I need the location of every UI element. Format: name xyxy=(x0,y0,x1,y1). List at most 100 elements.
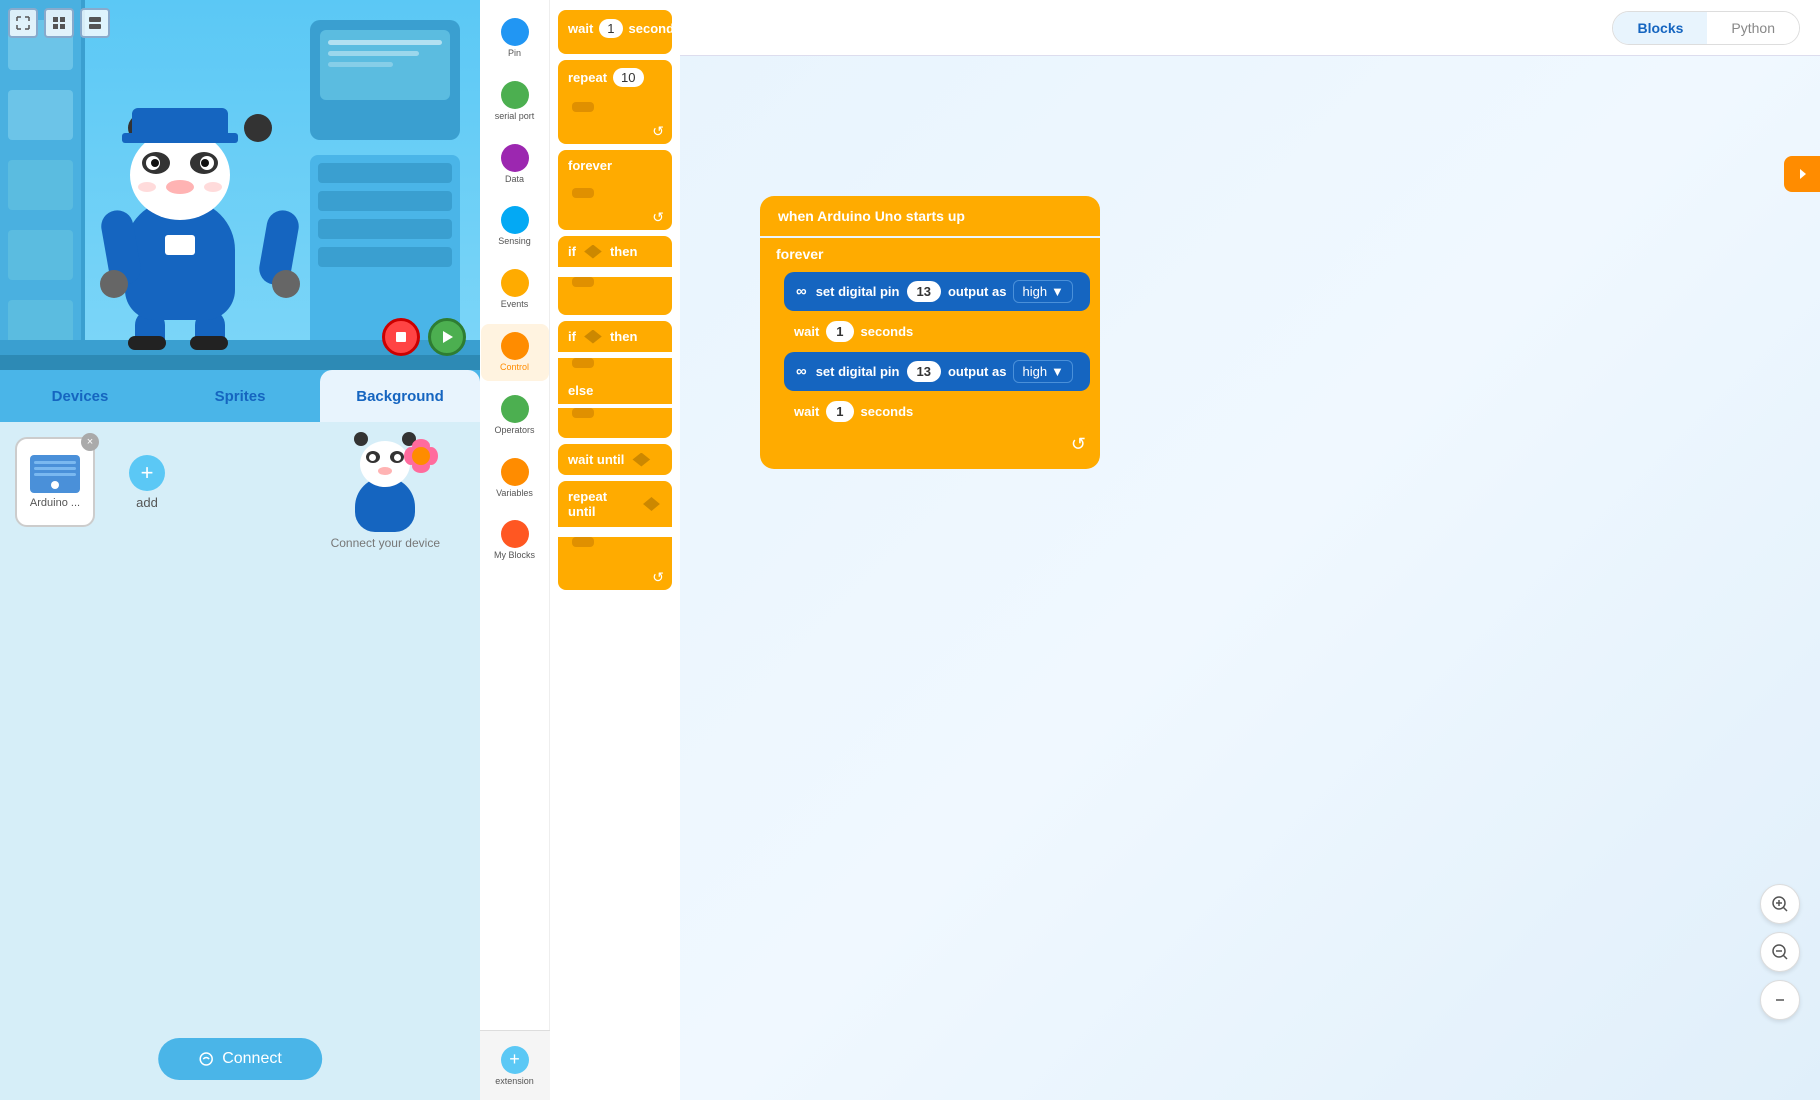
if-else-else-text: else xyxy=(568,383,593,398)
block-list: wait 1 seconds repeat 10 ↺ xyxy=(550,0,680,1100)
left-panel-tabs: Devices Sprites Background xyxy=(0,370,480,422)
wait-until-diamond xyxy=(630,453,652,467)
arduino-device[interactable]: × Arduino ... xyxy=(15,437,95,527)
category-operators-label: Operators xyxy=(494,425,534,436)
rack-item xyxy=(318,191,452,211)
category-my-blocks-label: My Blocks xyxy=(494,550,535,561)
forever-block[interactable]: forever ↺ xyxy=(558,150,672,230)
set-digital-text-1: set digital pin xyxy=(816,284,900,299)
dropdown-arrow-1: ▼ xyxy=(1051,284,1064,299)
category-pin[interactable]: Pin xyxy=(481,10,549,67)
wait-block[interactable]: wait 1 seconds xyxy=(558,10,672,54)
set-digital-block-1[interactable]: ∞ set digital pin 13 output as high ▼ xyxy=(784,272,1090,311)
panda-hat-brim xyxy=(122,133,238,143)
category-my-blocks[interactable]: My Blocks xyxy=(481,512,549,569)
wait-block-2[interactable]: wait 1 seconds xyxy=(784,395,1090,428)
arduino-label: Arduino ... xyxy=(30,497,80,509)
if-diamond xyxy=(582,245,604,259)
zoom-in-button[interactable] xyxy=(1760,884,1800,924)
add-device-button[interactable]: + add xyxy=(107,437,187,527)
category-events[interactable]: Events xyxy=(481,261,549,318)
if-then-then-text: then xyxy=(610,244,637,259)
set-digital-block-2[interactable]: ∞ set digital pin 13 output as high ▼ xyxy=(784,352,1090,391)
output-as-text-1: output as xyxy=(948,284,1007,299)
category-data[interactable]: Data xyxy=(481,136,549,193)
operators-dot xyxy=(501,395,529,423)
panda-ear-right xyxy=(244,114,272,142)
expand-icon xyxy=(1795,167,1809,181)
zoom-in-icon xyxy=(1771,895,1789,913)
category-serial-port-label: serial port xyxy=(495,111,535,122)
high-dropdown-2[interactable]: high ▼ xyxy=(1013,360,1072,383)
connect-device-text: Connect your device xyxy=(331,536,440,550)
extension-plus-icon: + xyxy=(501,1046,529,1074)
computer-monitor xyxy=(310,20,460,140)
go-button[interactable] xyxy=(428,318,466,356)
category-list: Pin serial port Data Sensing Events xyxy=(480,0,550,1100)
add-device-plus-icon: + xyxy=(129,455,165,491)
computer-screen xyxy=(320,30,450,100)
panda-badge xyxy=(165,235,195,255)
tab-devices[interactable]: Devices xyxy=(0,370,160,422)
category-sensing[interactable]: Sensing xyxy=(481,198,549,255)
hat-block[interactable]: when Arduino Uno starts up xyxy=(760,196,1100,236)
if-then-block[interactable]: if then xyxy=(558,236,672,315)
stop-button[interactable] xyxy=(382,318,420,356)
mode-toggle: Blocks Python xyxy=(1612,11,1800,45)
grid-view-2-icon xyxy=(88,16,102,30)
zoom-out-button[interactable] xyxy=(1760,932,1800,972)
shelf-item xyxy=(8,90,73,140)
extension-area: + extension xyxy=(480,1030,550,1100)
arduino-program: when Arduino Uno starts up forever ∞ xyxy=(760,196,1100,469)
data-dot xyxy=(501,144,529,172)
grid-view-1-button[interactable] xyxy=(44,8,74,38)
python-tab[interactable]: Python xyxy=(1707,12,1799,44)
extension-label: extension xyxy=(495,1076,534,1086)
screen-line xyxy=(328,51,419,56)
repeat-until-block[interactable]: repeat until ↺ xyxy=(558,481,672,590)
shoe-right xyxy=(190,336,228,350)
forever-arrow-icon: ↺ xyxy=(1071,434,1086,455)
arduino-icon xyxy=(30,455,80,493)
extension-button[interactable]: + extension xyxy=(480,1030,550,1100)
category-control[interactable]: Control xyxy=(481,324,549,381)
seconds-text-2: seconds xyxy=(861,404,914,419)
app-container: Devices Sprites Background × Arduino ...… xyxy=(0,0,1820,1100)
expand-panel-button[interactable] xyxy=(1784,156,1820,192)
events-dot xyxy=(501,269,529,297)
grid-view-2-button[interactable] xyxy=(80,8,110,38)
forever-label-area: forever xyxy=(760,238,1100,272)
connect-button[interactable]: Connect xyxy=(158,1038,322,1080)
high-value-1: high xyxy=(1022,284,1047,299)
set-digital-text-2: set digital pin xyxy=(816,364,900,379)
wait-block-text2: seconds xyxy=(629,21,680,36)
if-then-else-block[interactable]: if then else xyxy=(558,321,672,438)
wait-until-text: wait until xyxy=(568,452,624,467)
panda-hand-right xyxy=(272,270,300,298)
category-serial-port[interactable]: serial port xyxy=(481,73,549,130)
left-panel: Devices Sprites Background × Arduino ...… xyxy=(0,0,480,1100)
wait-until-block[interactable]: wait until xyxy=(558,444,672,475)
pin-value-1: 13 xyxy=(907,281,941,302)
high-dropdown-1[interactable]: high ▼ xyxy=(1013,280,1072,303)
top-bar: Blocks Python xyxy=(680,0,1820,56)
tab-background[interactable]: Background xyxy=(320,370,480,422)
fullscreen-button[interactable] xyxy=(8,8,38,38)
pin-value-2: 13 xyxy=(907,361,941,382)
category-operators[interactable]: Operators xyxy=(481,387,549,444)
panda-head xyxy=(130,130,230,220)
canvas-area[interactable]: when Arduino Uno starts up forever ∞ xyxy=(680,56,1820,1100)
repeat-until-text: repeat until xyxy=(568,489,635,519)
category-variables[interactable]: Variables xyxy=(481,450,549,507)
tab-sprites[interactable]: Sprites xyxy=(160,370,320,422)
seconds-text-1: seconds xyxy=(861,324,914,339)
repeat-block[interactable]: repeat 10 ↺ xyxy=(558,60,672,144)
zoom-reset-button[interactable] xyxy=(1760,980,1800,1020)
wait-block-1[interactable]: wait 1 seconds xyxy=(784,315,1090,348)
sensing-dot xyxy=(501,206,529,234)
blocks-tab[interactable]: Blocks xyxy=(1613,12,1707,44)
screen-line xyxy=(328,40,442,45)
remove-device-button[interactable]: × xyxy=(81,433,99,451)
category-sensing-label: Sensing xyxy=(498,236,531,247)
forever-outer[interactable]: forever ∞ set digital pin 13 output as h xyxy=(760,238,1100,469)
